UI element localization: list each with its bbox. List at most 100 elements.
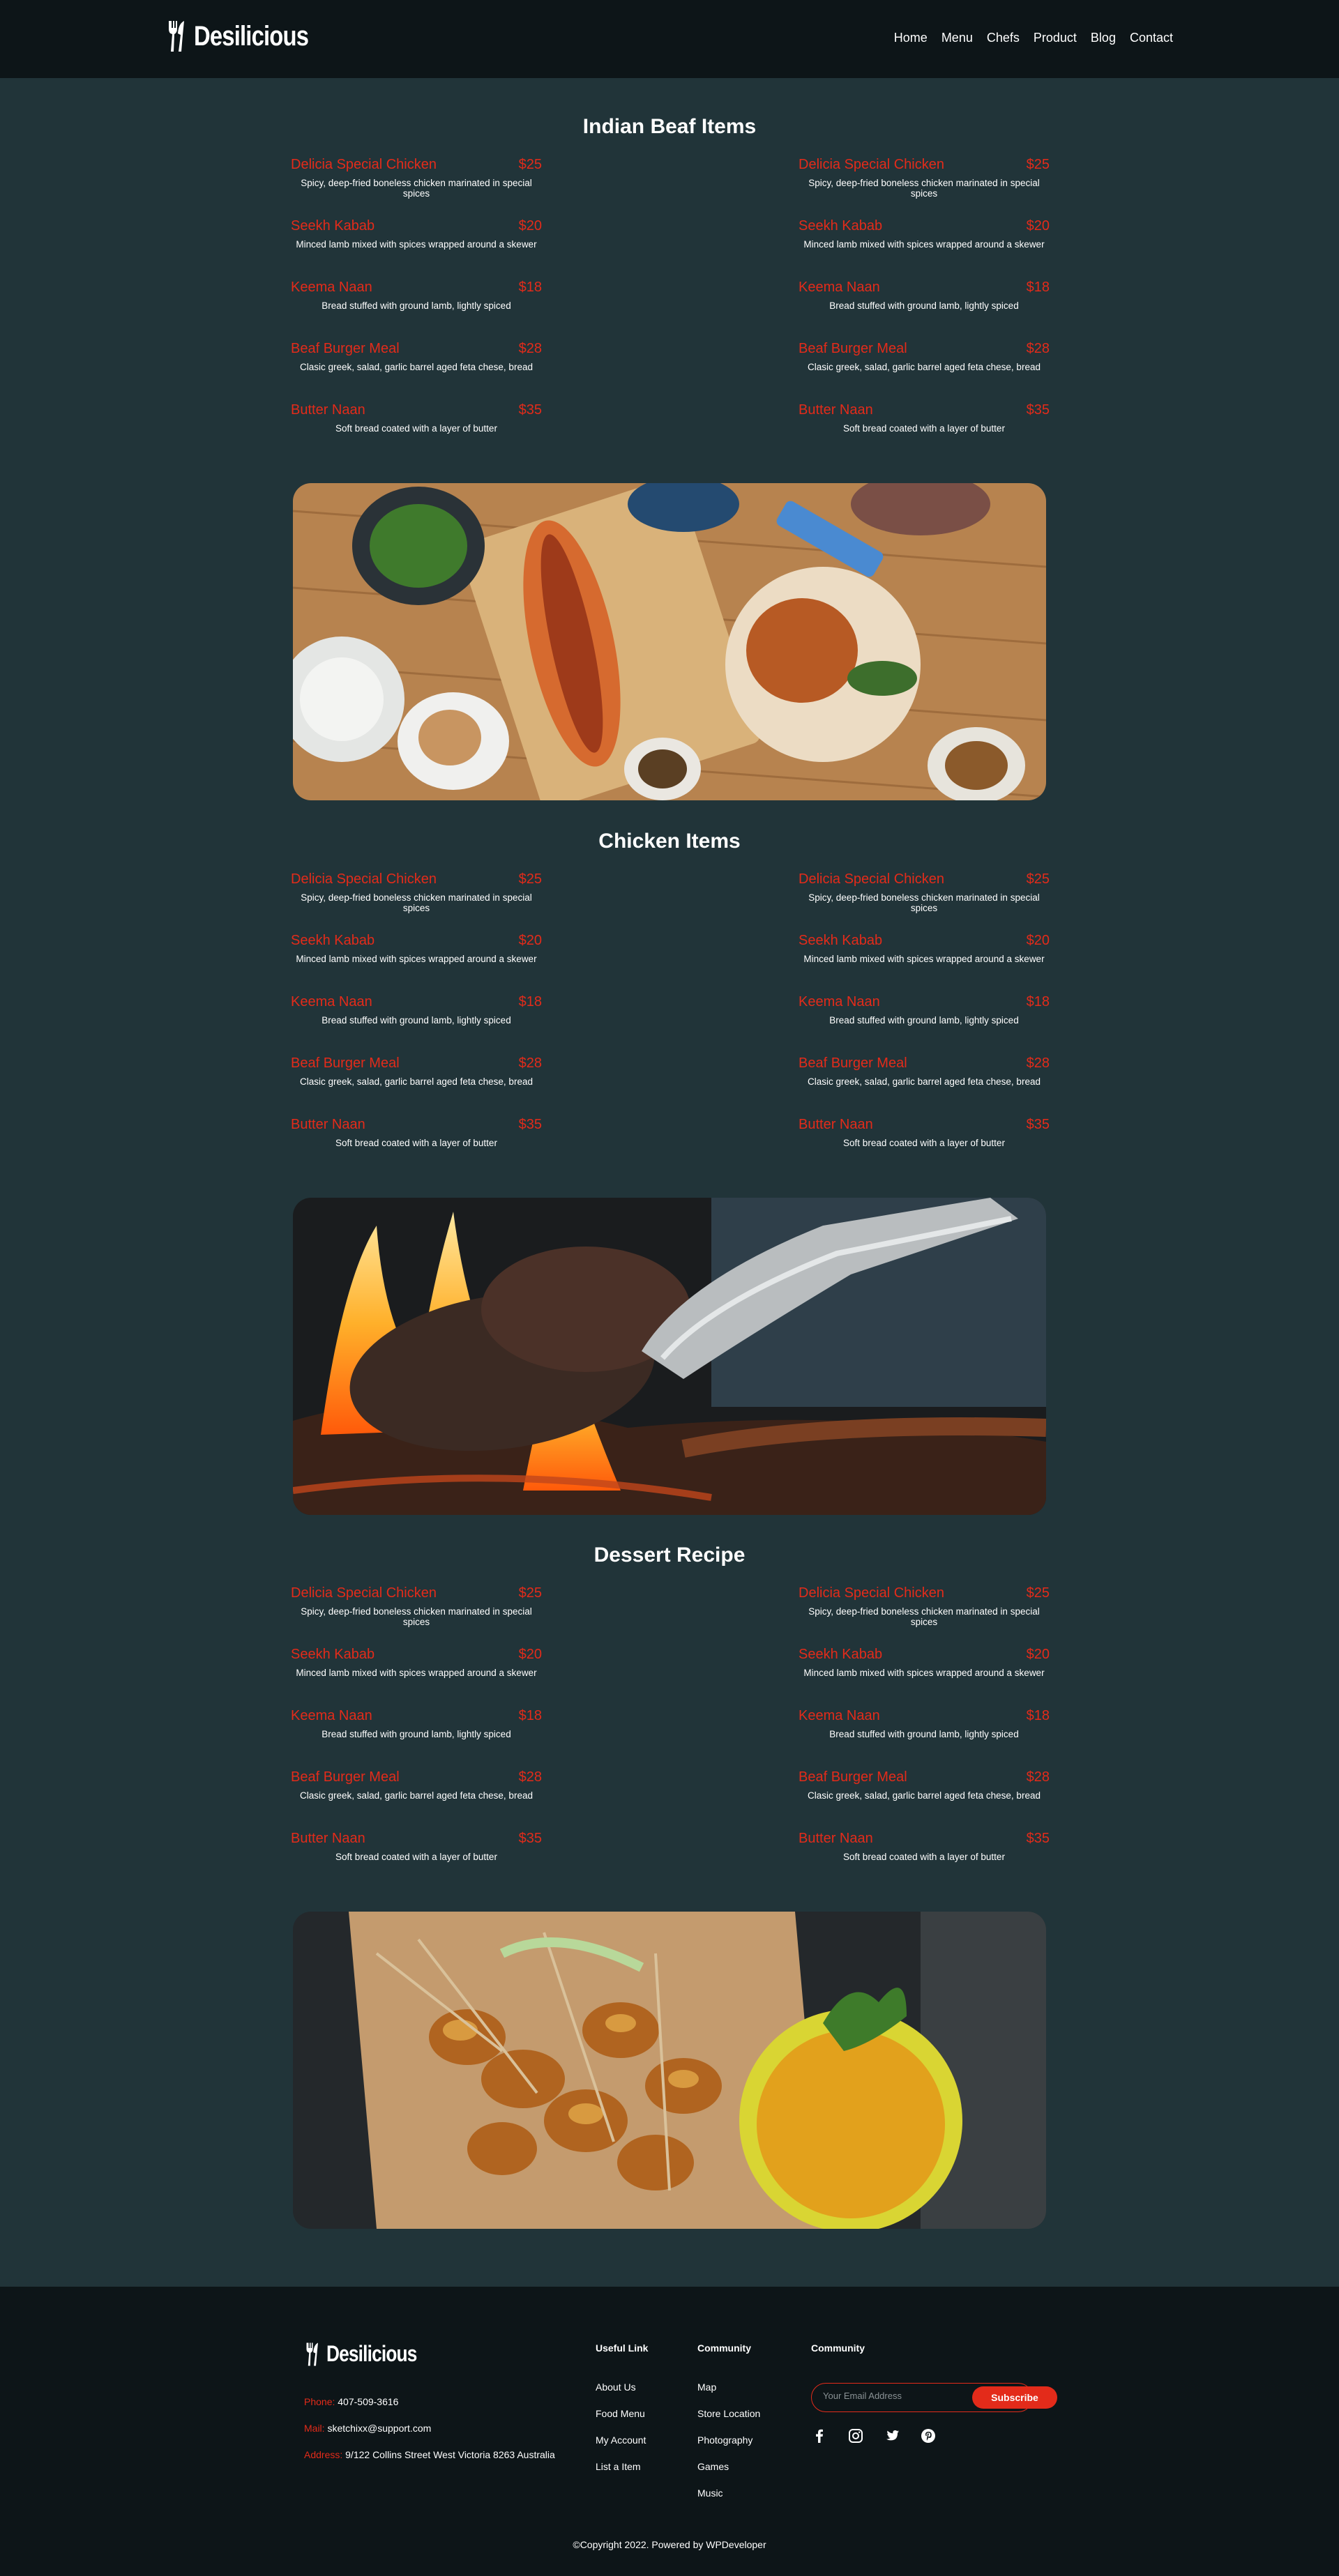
fork-knife-icon xyxy=(306,2342,318,2365)
footer-brand-name: Desilicious xyxy=(326,2341,417,2366)
menu-item[interactable]: Butter Naan $35 Soft bread coated with a l… xyxy=(291,402,542,451)
footer-link-food-menu[interactable]: Food Menu xyxy=(596,2408,648,2434)
menu-item[interactable]: Delicia Special Chicken $25 Spicy, deep-fr… xyxy=(799,871,1050,920)
menu-item-name: Beaf Burger Meal xyxy=(291,1055,400,1071)
menu-item-description: Soft bread coated with a layer of butter xyxy=(335,423,497,434)
footer-link-store-location[interactable]: Store Location xyxy=(697,2408,760,2434)
menu-item[interactable]: Keema Naan $18 Bread stuffed with ground l… xyxy=(799,1708,1050,1757)
menu-item[interactable]: Keema Naan $18 Bread stuffed with ground l… xyxy=(799,280,1050,328)
menu-item-price: $18 xyxy=(518,1708,542,1723)
section-title: Indian Beaf Items xyxy=(582,115,757,138)
menu-item[interactable]: Beaf Burger Meal $28 Clasic greek, salad, … xyxy=(291,1769,542,1818)
menu-item-name: Delicia Special Chicken xyxy=(799,871,944,887)
menu-item[interactable]: Butter Naan $35 Soft bread coated with a l… xyxy=(291,1831,542,1880)
brand-logo[interactable]: Desilicious xyxy=(166,20,333,53)
menu-item[interactable]: Butter Naan $35 Soft bread coated with a l… xyxy=(799,402,1050,451)
menu-item[interactable]: Seekh Kabab $20 Minced lamb mixed with spi… xyxy=(799,1647,1050,1695)
menu-item-price: $35 xyxy=(518,1831,542,1846)
menu-item-description: Minced lamb mixed with spices wrapped ar… xyxy=(803,954,1045,964)
nav-blog[interactable]: Blog xyxy=(1091,31,1116,45)
menu-item-description: Spicy, deep-fried boneless chicken marin… xyxy=(301,892,532,913)
menu-item-price: $28 xyxy=(518,1055,542,1071)
instagram-icon[interactable] xyxy=(847,2428,864,2444)
menu-item[interactable]: Keema Naan $18 Bread stuffed with ground l… xyxy=(799,994,1050,1043)
menu-item-price: $28 xyxy=(518,1769,542,1785)
menu-item[interactable]: Keema Naan $18 Bread stuffed with ground l… xyxy=(291,280,542,328)
satay-skewers-photo xyxy=(293,1912,1046,2229)
menu-item[interactable]: Seekh Kabab $20 Minced lamb mixed with spi… xyxy=(799,218,1050,267)
section-title: Dessert Recipe xyxy=(593,1544,746,1567)
menu-item-description: Clasic greek, salad, garlic barrel aged … xyxy=(300,362,533,372)
newsletter-column: Community xyxy=(811,2342,865,2381)
footer-link-photography[interactable]: Photography xyxy=(697,2434,760,2461)
menu-item-description: Minced lamb mixed with spices wrapped ar… xyxy=(803,1668,1045,1678)
menu-item-name: Keema Naan xyxy=(799,280,880,295)
menu-item-description: Minced lamb mixed with spices wrapped ar… xyxy=(803,239,1045,250)
menu-item[interactable]: Butter Naan $35 Soft bread coated with a l… xyxy=(291,1117,542,1166)
menu-item-description: Clasic greek, salad, garlic barrel aged … xyxy=(808,362,1041,372)
menu-item-description: Bread stuffed with ground lamb, lightly … xyxy=(321,1015,511,1026)
menu-item-name: Butter Naan xyxy=(291,1117,365,1132)
site-header: Desilicious Home Menu Chefs Product Blog… xyxy=(0,0,1339,78)
menu-item[interactable]: Butter Naan $35 Soft bread coated with a l… xyxy=(799,1117,1050,1166)
footer-link-about[interactable]: About Us xyxy=(596,2381,648,2408)
nav-chefs[interactable]: Chefs xyxy=(987,31,1020,45)
menu-item-name: Delicia Special Chicken xyxy=(291,1585,437,1601)
menu-item[interactable]: Beaf Burger Meal $28 Clasic greek, salad, … xyxy=(799,341,1050,390)
footer-link-map[interactable]: Map xyxy=(697,2381,760,2408)
twitter-icon[interactable] xyxy=(884,2428,900,2444)
footer-link-games[interactable]: Games xyxy=(697,2461,760,2487)
menu-item[interactable]: Delicia Special Chicken $25 Spicy, deep-fr… xyxy=(799,157,1050,206)
grill-fire-photo xyxy=(293,1198,1046,1515)
menu-item[interactable]: Delicia Special Chicken $25 Spicy, deep-fr… xyxy=(291,871,542,920)
menu-item-price: $35 xyxy=(1026,402,1050,418)
nav-product[interactable]: Product xyxy=(1034,31,1077,45)
menu-item[interactable]: Butter Naan $35 Soft bread coated with a l… xyxy=(799,1831,1050,1880)
menu-item[interactable]: Keema Naan $18 Bread stuffed with ground l… xyxy=(291,994,542,1043)
nav-contact[interactable]: Contact xyxy=(1130,31,1173,45)
menu-item-name: Keema Naan xyxy=(291,1708,372,1723)
menu-item-description: Clasic greek, salad, garlic barrel aged … xyxy=(300,1076,533,1087)
menu-item[interactable]: Keema Naan $18 Bread stuffed with ground l… xyxy=(291,1708,542,1757)
menu-item-description: Minced lamb mixed with spices wrapped ar… xyxy=(296,239,537,250)
pinterest-icon[interactable] xyxy=(920,2428,937,2444)
menu-item[interactable]: Seekh Kabab $20 Minced lamb mixed with spi… xyxy=(291,1647,542,1695)
menu-item-description: Clasic greek, salad, garlic barrel aged … xyxy=(300,1790,533,1801)
menu-item[interactable]: Delicia Special Chicken $25 Spicy, deep-fr… xyxy=(799,1585,1050,1634)
menu-item-description: Spicy, deep-fried boneless chicken marin… xyxy=(808,892,1040,913)
menu-item[interactable]: Delicia Special Chicken $25 Spicy, deep-fr… xyxy=(291,157,542,206)
email-input[interactable] xyxy=(823,2391,962,2401)
menu-item-price: $25 xyxy=(1026,157,1050,172)
subscribe-button[interactable]: Subscribe xyxy=(972,2386,1057,2409)
menu-item-name: Keema Naan xyxy=(799,1708,880,1723)
footer-link-music[interactable]: Music xyxy=(697,2487,760,2514)
menu-item[interactable]: Beaf Burger Meal $28 Clasic greek, salad, … xyxy=(799,1055,1050,1104)
menu-item-price: $35 xyxy=(518,402,542,418)
menu-item-description: Clasic greek, salad, garlic barrel aged … xyxy=(808,1790,1041,1801)
footer-phone: Phone: 407-509-3616 xyxy=(304,2396,398,2407)
nav-home[interactable]: Home xyxy=(894,31,928,45)
footer-brand-logo[interactable]: Desilicious xyxy=(304,2341,437,2367)
menu-item[interactable]: Beaf Burger Meal $28 Clasic greek, salad, … xyxy=(291,341,542,390)
menu-item[interactable]: Seekh Kabab $20 Minced lamb mixed with spi… xyxy=(799,933,1050,982)
phone-value[interactable]: 407-509-3616 xyxy=(338,2396,398,2407)
menu-item-price: $28 xyxy=(518,341,542,356)
menu-item[interactable]: Beaf Burger Meal $28 Clasic greek, salad, … xyxy=(799,1769,1050,1818)
menu-item-price: $35 xyxy=(1026,1831,1050,1846)
menu-item-price: $25 xyxy=(518,871,542,887)
menu-item-description: Bread stuffed with ground lamb, lightly … xyxy=(829,1015,1019,1026)
menu-item-name: Butter Naan xyxy=(799,402,873,418)
nav-menu[interactable]: Menu xyxy=(941,31,973,45)
menu-item-name: Beaf Burger Meal xyxy=(291,341,400,356)
menu-item[interactable]: Seekh Kabab $20 Minced lamb mixed with spi… xyxy=(291,933,542,982)
footer-link-list-item[interactable]: List a Item xyxy=(596,2461,648,2487)
mail-value[interactable]: sketchixx@support.com xyxy=(327,2423,431,2434)
menu-item-price: $35 xyxy=(518,1117,542,1132)
menu-item[interactable]: Seekh Kabab $20 Minced lamb mixed with spi… xyxy=(291,218,542,267)
menu-item[interactable]: Beaf Burger Meal $28 Clasic greek, salad, … xyxy=(291,1055,542,1104)
footer-link-my-account[interactable]: My Account xyxy=(596,2434,648,2461)
menu-item[interactable]: Delicia Special Chicken $25 Spicy, deep-fr… xyxy=(291,1585,542,1634)
facebook-icon[interactable] xyxy=(811,2428,828,2444)
phone-label: Phone: xyxy=(304,2396,335,2407)
menu-item-price: $20 xyxy=(518,933,542,948)
